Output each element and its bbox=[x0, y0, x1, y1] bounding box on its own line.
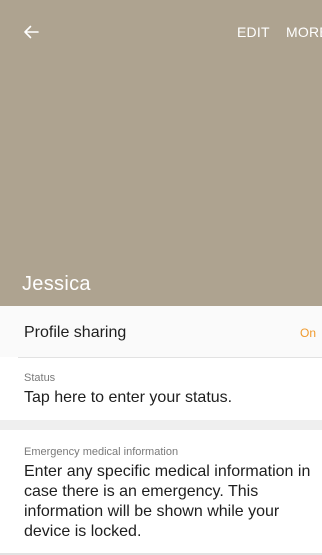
more-button[interactable]: MORE bbox=[286, 24, 322, 40]
emergency-text: Enter any specific medical information i… bbox=[24, 463, 311, 540]
emergency-info-row[interactable]: Emergency medical information Enter any … bbox=[0, 430, 322, 555]
edit-button[interactable]: EDIT bbox=[237, 24, 270, 40]
profile-header: EDIT MORE Jessica bbox=[0, 0, 322, 306]
arrow-left-icon bbox=[24, 25, 39, 39]
back-button[interactable] bbox=[14, 16, 48, 48]
status-caption: Status bbox=[24, 372, 56, 384]
status-text: Tap here to enter your status. bbox=[24, 389, 233, 406]
profile-sharing-value: On bbox=[299, 326, 316, 340]
profile-sharing-row[interactable]: Profile sharing On bbox=[0, 306, 322, 357]
profile-sharing-label: Profile sharing bbox=[24, 324, 127, 341]
contact-name: Jessica bbox=[22, 273, 91, 295]
section-separator bbox=[0, 420, 322, 430]
emergency-caption: Emergency medical information bbox=[24, 446, 179, 458]
status-row[interactable]: Status Tap here to enter your status. bbox=[0, 358, 322, 420]
contact-profile-screen: EDIT MORE Jessica Profile sharing On Sta… bbox=[0, 0, 322, 555]
